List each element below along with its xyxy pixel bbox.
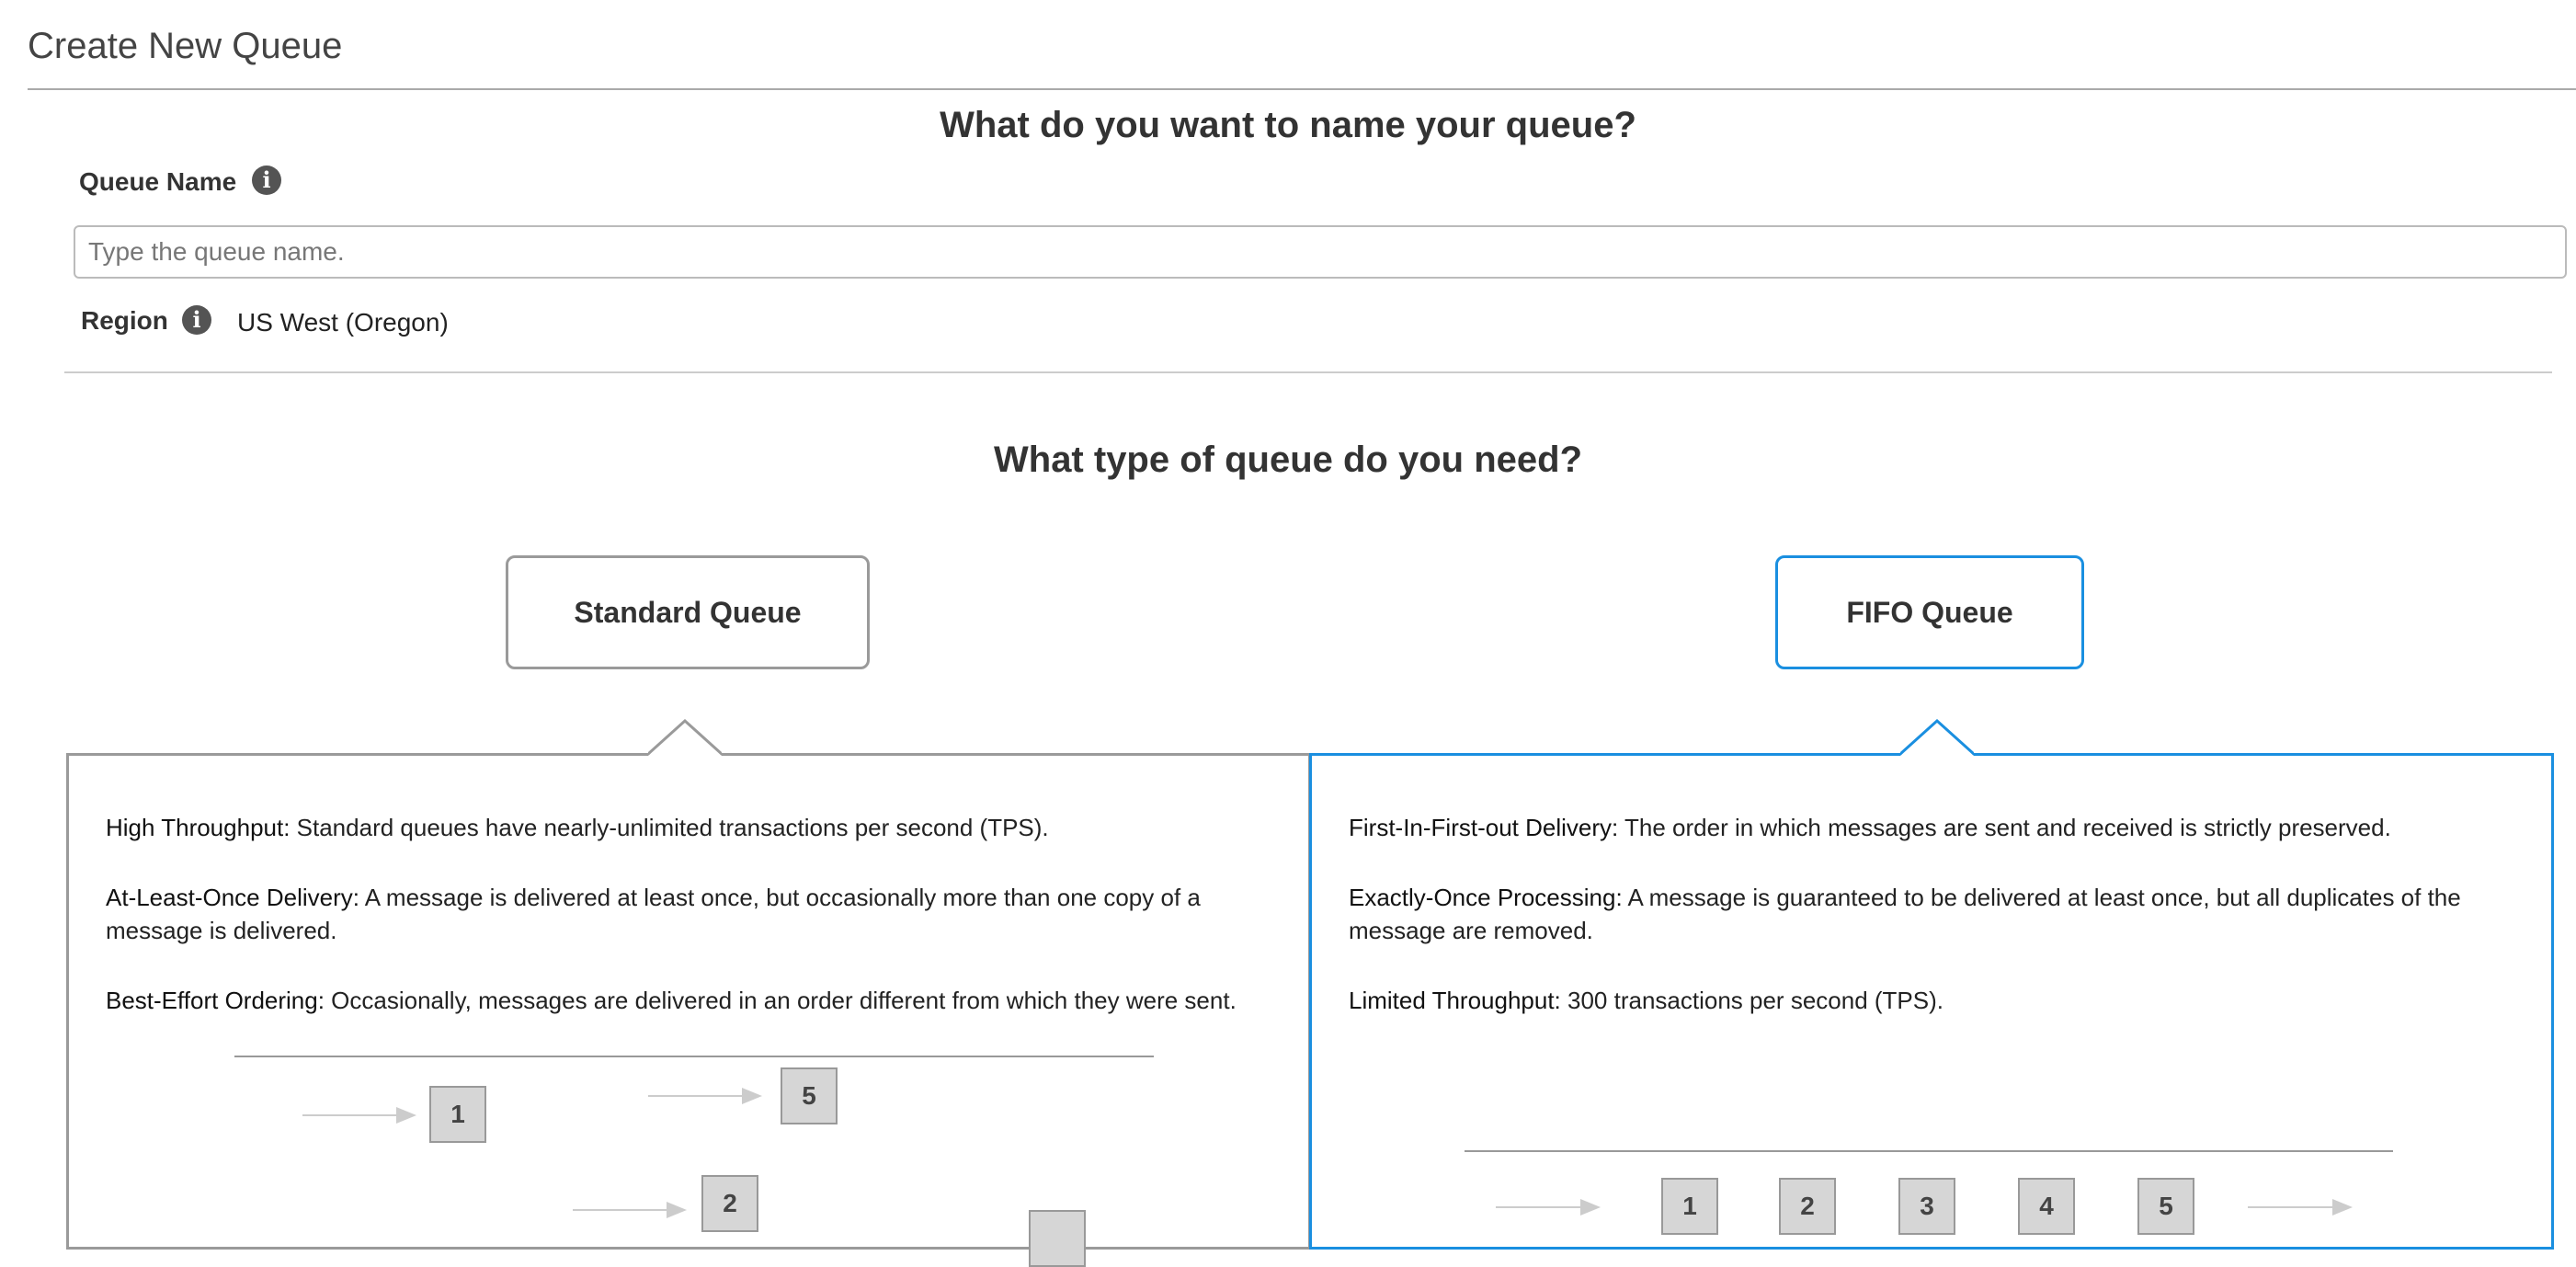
arrow-icon [573, 1202, 687, 1218]
section-divider [64, 371, 2552, 373]
queue-name-label: Queue Name [79, 167, 237, 196]
arrow-icon [302, 1107, 416, 1124]
arrow-icon [2248, 1199, 2353, 1216]
arrow-icon [648, 1088, 762, 1104]
feature-item: High Throughput: Standard queues have ne… [106, 811, 1273, 844]
standard-queue-panel: High Throughput: Standard queues have ne… [66, 719, 1311, 1267]
feature-term: At-Least-Once Delivery: [106, 884, 359, 911]
arrow-icon [1496, 1199, 1601, 1216]
feature-text: Occasionally, messages are delivered in … [324, 987, 1237, 1014]
feature-text: Standard queues have nearly-unlimited tr… [290, 814, 1049, 841]
feature-item: Exactly-Once Processing: A message is gu… [1349, 881, 2516, 947]
standard-queue-button[interactable]: Standard Queue [506, 555, 870, 669]
title-divider [28, 88, 2576, 90]
feature-term: High Throughput: [106, 814, 291, 841]
fifo-queue-button[interactable]: FIFO Queue [1775, 555, 2084, 669]
name-section-heading: What do you want to name your queue? [940, 105, 1636, 145]
feature-term: Limited Throughput: [1349, 987, 1561, 1014]
fifo-queue-panel: First-In-First-out Delivery: The order i… [1309, 719, 2554, 1250]
queue-name-info-icon[interactable]: i [252, 166, 281, 195]
queue-name-input[interactable] [74, 225, 2567, 279]
feature-term: First-In-First-out Delivery: [1349, 814, 1619, 841]
feature-item: Limited Throughput: 300 transactions per… [1349, 984, 2516, 1017]
feature-item: Best-Effort Ordering: Occasionally, mess… [106, 984, 1273, 1017]
message-box: 1 [429, 1086, 486, 1143]
region-label: Region [81, 306, 168, 335]
diagram-baseline [234, 1056, 1154, 1057]
panel-pointer [648, 719, 722, 756]
message-box: 5 [781, 1067, 838, 1124]
queue-type-heading: What type of queue do you need? [994, 439, 1582, 480]
page-title: Create New Queue [28, 26, 343, 66]
feature-term: Exactly-Once Processing: [1349, 884, 1623, 911]
message-box [1029, 1210, 1086, 1267]
feature-text: 300 transactions per second (TPS). [1560, 987, 1943, 1014]
message-box: 2 [701, 1175, 758, 1232]
feature-text: The order in which messages are sent and… [1618, 814, 2391, 841]
feature-item: First-In-First-out Delivery: The order i… [1349, 811, 2516, 844]
feature-term: Best-Effort Ordering: [106, 987, 325, 1014]
diagram-baseline [1465, 1150, 2393, 1152]
region-info-icon[interactable]: i [182, 305, 211, 335]
region-value: US West (Oregon) [237, 308, 449, 337]
panel-pointer [1900, 719, 1974, 756]
feature-item: At-Least-Once Delivery: A message is del… [106, 881, 1227, 947]
